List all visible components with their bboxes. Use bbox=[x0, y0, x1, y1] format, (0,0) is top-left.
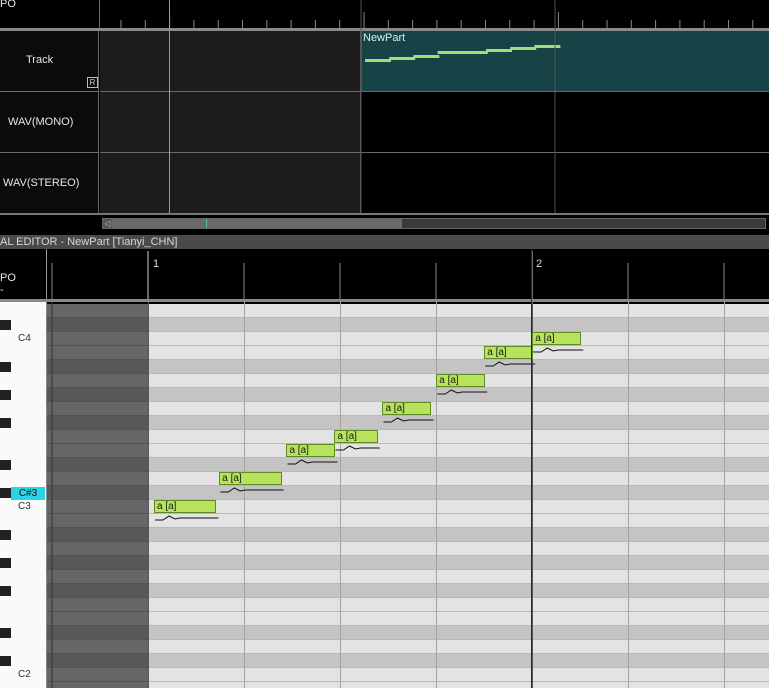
scroll-left-icon[interactable]: ◁ bbox=[103, 219, 112, 228]
track-lane-pre-region bbox=[100, 153, 361, 213]
pitch-row bbox=[47, 472, 769, 486]
pitch-row bbox=[47, 682, 769, 688]
piano-roll-rows bbox=[47, 302, 769, 688]
pitch-row bbox=[47, 332, 769, 346]
black-key[interactable] bbox=[0, 488, 11, 498]
track-header-wav-stereo[interactable]: WAV(STEREO) bbox=[0, 153, 99, 213]
pitch-row bbox=[47, 640, 769, 654]
editor-title: AL EDITOR - NewPart [Tianyi_CHN] bbox=[0, 236, 178, 248]
black-key[interactable] bbox=[0, 390, 11, 400]
note[interactable]: a [a] bbox=[532, 332, 582, 345]
part-note bbox=[413, 55, 440, 58]
black-key[interactable] bbox=[0, 628, 11, 638]
pitch-row bbox=[47, 304, 769, 318]
part-note bbox=[486, 49, 512, 52]
vocal-part[interactable]: NewPart bbox=[361, 31, 769, 91]
pitch-row bbox=[47, 430, 769, 444]
part-note bbox=[437, 51, 464, 54]
pitch-row bbox=[47, 598, 769, 612]
pitch-row bbox=[47, 416, 769, 430]
arrangement-ruler-header: PO bbox=[0, 0, 100, 28]
black-key[interactable] bbox=[0, 558, 11, 568]
part-note bbox=[510, 47, 537, 50]
pitch-row bbox=[47, 374, 769, 388]
editor-title-bar: AL EDITOR - NewPart [Tianyi_CHN] bbox=[0, 235, 769, 249]
measure-label: 2 bbox=[536, 258, 543, 270]
part-note bbox=[534, 45, 561, 48]
piano-keyboard[interactable]: C4 C#3 C3 C2 bbox=[0, 302, 47, 688]
pitch-row bbox=[47, 570, 769, 584]
track-name: WAV(STEREO) bbox=[3, 177, 80, 189]
scrollbar-thumb[interactable] bbox=[112, 219, 402, 228]
track-lane-pre-region bbox=[100, 31, 361, 91]
track-lane-wav-stereo[interactable] bbox=[100, 153, 769, 213]
black-key[interactable] bbox=[0, 586, 11, 596]
track-header-track[interactable]: Track R bbox=[0, 31, 99, 92]
black-key[interactable] bbox=[0, 362, 11, 372]
arrangement-ruler[interactable] bbox=[0, 0, 769, 28]
pitch-row bbox=[47, 360, 769, 374]
key-label: C2 bbox=[18, 669, 31, 680]
pitch-row bbox=[47, 626, 769, 640]
track-name: WAV(MONO) bbox=[8, 116, 74, 128]
key-label: C4 bbox=[18, 333, 31, 344]
measure-2-line bbox=[531, 249, 532, 688]
note[interactable]: a [a] bbox=[219, 472, 282, 485]
editor-ruler-header: PO - bbox=[0, 249, 47, 299]
part-note-preview bbox=[365, 45, 561, 62]
playback-cursor[interactable] bbox=[169, 0, 170, 213]
pre-roll-region bbox=[47, 302, 148, 688]
track-header-wav-mono[interactable]: WAV(MONO) bbox=[0, 92, 99, 153]
pitch-row bbox=[47, 654, 769, 668]
track-lane-wav-mono[interactable] bbox=[100, 92, 769, 153]
pitch-row bbox=[47, 612, 769, 626]
scrollbar-playhead-marker bbox=[206, 219, 207, 228]
part-note bbox=[461, 51, 488, 54]
editor-ruler-ticks bbox=[51, 251, 725, 299]
note[interactable]: a [a] bbox=[154, 500, 217, 513]
pitch-row bbox=[47, 346, 769, 360]
pitch-row bbox=[47, 556, 769, 570]
pitch-row bbox=[47, 458, 769, 472]
part-note bbox=[389, 57, 416, 60]
note[interactable]: a [a] bbox=[382, 402, 432, 415]
measure-label: 1 bbox=[153, 258, 160, 270]
pitch-row bbox=[47, 318, 769, 332]
note[interactable]: a [a] bbox=[484, 346, 534, 359]
tempo-label: PO bbox=[0, 272, 16, 284]
black-key[interactable] bbox=[0, 656, 11, 666]
editor-ruler[interactable]: 1 2 bbox=[0, 249, 769, 299]
tempo-sub-label: - bbox=[0, 284, 4, 296]
pitch-row bbox=[47, 486, 769, 500]
pitch-row bbox=[47, 514, 769, 528]
key-label: C#3 bbox=[11, 487, 45, 500]
black-key[interactable] bbox=[0, 460, 11, 470]
black-key[interactable] bbox=[0, 320, 11, 330]
pitch-row bbox=[47, 668, 769, 682]
pitch-row bbox=[47, 542, 769, 556]
key-label: C3 bbox=[18, 501, 31, 512]
record-badge[interactable]: R bbox=[87, 77, 98, 88]
pitch-row bbox=[47, 584, 769, 598]
track-lane-pre-region bbox=[100, 92, 361, 152]
note[interactable]: a [a] bbox=[334, 430, 378, 443]
pitch-row bbox=[47, 528, 769, 542]
piano-roll-grid[interactable]: a [a] a [a] a [a] a [a] a [a] a [a] a [a] a [a] bbox=[47, 302, 769, 688]
black-key[interactable] bbox=[0, 418, 11, 428]
note[interactable]: a [a] bbox=[286, 444, 336, 457]
note[interactable]: a [a] bbox=[436, 374, 486, 387]
pitch-row bbox=[47, 444, 769, 458]
black-key[interactable] bbox=[0, 530, 11, 540]
part-note bbox=[365, 59, 391, 62]
arrangement-ruler-ticks bbox=[120, 12, 754, 28]
tempo-label: PO bbox=[0, 0, 16, 10]
track-name: Track bbox=[26, 54, 54, 66]
pitch-row bbox=[47, 388, 769, 402]
